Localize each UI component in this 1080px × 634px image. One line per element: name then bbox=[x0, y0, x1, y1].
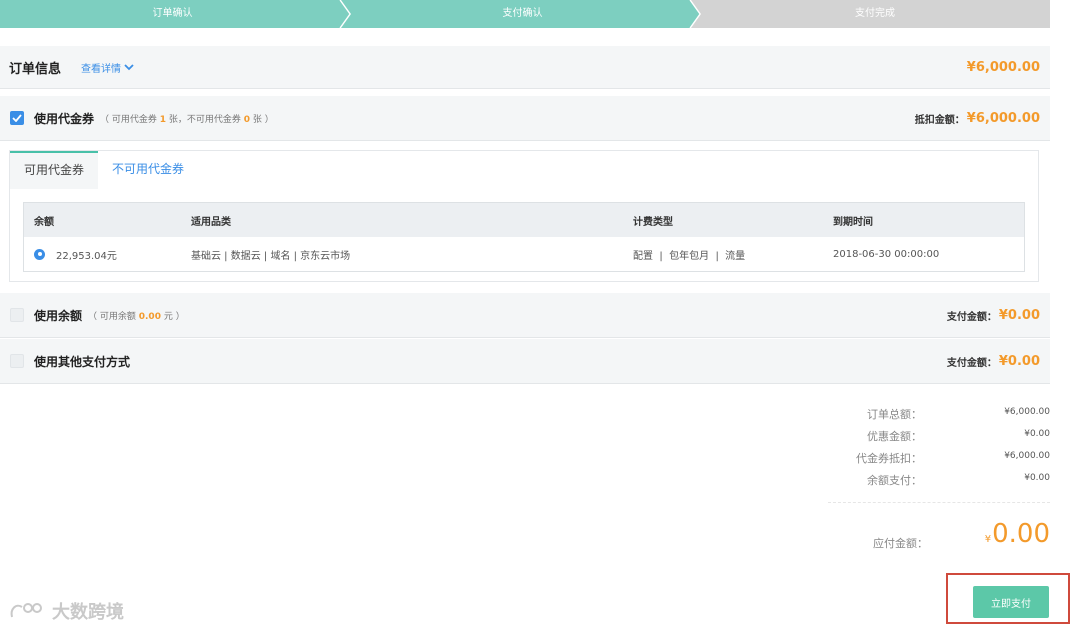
order-info-title: 订单信息 bbox=[9, 61, 62, 77]
voucher-balance: 22,953.04元 bbox=[56, 250, 117, 262]
other-pay-amount: ¥0.00 bbox=[998, 353, 1040, 369]
table-row[interactable]: 22,953.04元 基础云 | 数据云 | 域名 | 京东云市场 配置 | 包… bbox=[24, 237, 1024, 271]
summary-row-order-total: 订单总额： ¥6,000.00 bbox=[867, 407, 1050, 421]
watermark-logo-icon bbox=[10, 603, 42, 618]
balance-section: 使用余额 （ 可用余额 0.00 元 ） 支付金额： ¥0.00 bbox=[0, 293, 1050, 338]
voucher-section: 使用代金券 （ 可用代金券 1 张，不可用代金券 0 张 ） 抵扣金额： ¥6,… bbox=[0, 96, 1050, 141]
tab-unavailable-vouchers[interactable]: 不可用代金券 bbox=[98, 151, 198, 187]
voucher-radio[interactable] bbox=[34, 248, 45, 260]
step-label-order-confirm: 订单确认 bbox=[152, 8, 193, 19]
pay-now-button[interactable]: 立即支付 bbox=[973, 586, 1049, 618]
col-balance: 余额 bbox=[34, 216, 54, 228]
voucher-tabs: 可用代金券 不可用代金券 bbox=[10, 151, 198, 189]
voucher-hint: （ 可用代金券 1 张，不可用代金券 0 张 ） bbox=[100, 114, 274, 125]
deduct-amount: ¥6,000.00 bbox=[966, 110, 1040, 126]
step-label-payment-complete: 支付完成 bbox=[855, 8, 895, 19]
voucher-table: 余额 适用品类 计费类型 到期时间 22,953.04元 基础云 | 数据云 |… bbox=[23, 202, 1025, 272]
order-amount: ¥6,000.00 bbox=[966, 59, 1040, 75]
payable-amount: ¥ 0.00 bbox=[985, 519, 1050, 549]
view-details-label: 查看详情 bbox=[81, 63, 122, 75]
checkmark-icon bbox=[12, 114, 22, 122]
other-payment-title: 使用其他支付方式 bbox=[34, 354, 131, 369]
voucher-panel: 可用代金券 不可用代金券 余额 适用品类 计费类型 到期时间 22,953.04… bbox=[9, 150, 1039, 282]
balance-hint: （ 可用余额 0.00 元 ） bbox=[88, 311, 185, 322]
summary-row-discount: 优惠金额： ¥0.00 bbox=[867, 429, 1050, 443]
col-expires: 到期时间 bbox=[833, 216, 873, 228]
voucher-title: 使用代金券 bbox=[34, 111, 95, 126]
other-payment-section: 使用其他支付方式 支付金额： ¥0.00 bbox=[0, 339, 1050, 384]
progress-steps: 订单确认 支付确认 支付完成 bbox=[0, 0, 1050, 28]
balance-title: 使用余额 bbox=[34, 308, 83, 323]
payable-label: 应付金额： bbox=[873, 537, 928, 550]
summary-divider bbox=[828, 502, 1050, 503]
step-label-payment-confirm: 支付确认 bbox=[502, 8, 543, 19]
view-details-link[interactable]: 查看详情 bbox=[81, 60, 134, 75]
voucher-billing: 配置 | 包年包月 | 流量 bbox=[633, 250, 746, 262]
payable-value: 0.00 bbox=[992, 519, 1050, 549]
balance-available: 0.00 bbox=[138, 311, 161, 322]
balance-checkbox[interactable] bbox=[10, 308, 24, 322]
balance-pay-amount: ¥0.00 bbox=[998, 307, 1040, 323]
chevron-down-icon bbox=[124, 63, 134, 70]
payable-currency: ¥ bbox=[984, 534, 992, 545]
watermark-text: 大数跨境 bbox=[52, 602, 124, 623]
voucher-table-header: 余额 适用品类 计费类型 到期时间 bbox=[24, 203, 1024, 237]
tab-available-vouchers[interactable]: 可用代金券 bbox=[10, 151, 99, 189]
summary-row-voucher: 代金券抵扣： ¥6,000.00 bbox=[856, 451, 1050, 465]
balance-pay-label: 支付金额： bbox=[946, 311, 997, 323]
voucher-categories: 基础云 | 数据云 | 域名 | 京东云市场 bbox=[191, 250, 351, 262]
col-billing: 计费类型 bbox=[633, 216, 673, 228]
voucher-checkbox[interactable] bbox=[10, 111, 24, 125]
deduct-label: 抵扣金额： bbox=[914, 114, 965, 126]
voucher-expires: 2018-06-30 00:00:00 bbox=[833, 248, 940, 260]
order-info-section: 订单信息 查看详情 ¥6,000.00 bbox=[0, 46, 1050, 89]
payment-summary: 订单总额： ¥6,000.00 优惠金额： ¥0.00 代金券抵扣： ¥6,000.0… bbox=[820, 402, 1050, 490]
other-payment-checkbox[interactable] bbox=[10, 354, 24, 368]
watermark: 大数跨境 bbox=[8, 598, 124, 624]
col-categories: 适用品类 bbox=[191, 216, 231, 228]
other-pay-label: 支付金额： bbox=[946, 357, 997, 369]
summary-row-balance: 余额支付： ¥0.00 bbox=[867, 473, 1050, 487]
